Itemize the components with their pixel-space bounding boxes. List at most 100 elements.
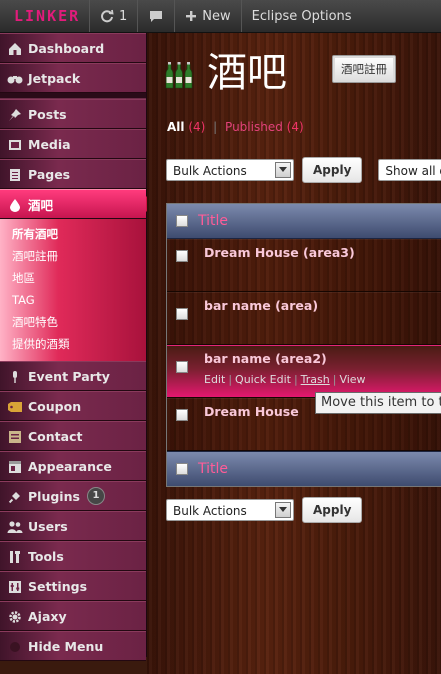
pin-icon	[7, 107, 23, 123]
menu-media[interactable]: Media	[0, 129, 146, 159]
row-title-link[interactable]: bar name (area)	[204, 298, 318, 313]
edit-link[interactable]: Edit	[204, 373, 225, 386]
row-title-link[interactable]: Dream House (area3)	[204, 245, 355, 260]
comment-icon	[150, 11, 163, 22]
new-label: New	[202, 8, 231, 24]
menu-contact[interactable]: Contact	[0, 421, 146, 451]
table-row[interactable]: bar name (area2) Edit | Quick Edit | Trash | V…	[167, 345, 441, 398]
menu-users-label: Users	[28, 518, 68, 534]
row-title-link[interactable]: bar name (area2)	[204, 351, 327, 366]
filter-published-link[interactable]: Published	[225, 120, 283, 134]
date-filter-select[interactable]: Show all da	[378, 159, 441, 181]
table-row[interactable]: bar name (area)	[167, 292, 441, 345]
bar-submenu: 所有酒吧 酒吧註冊 地區 TAG 酒吧特色 提供的酒類	[0, 219, 146, 361]
select-all-checkbox-footer[interactable]	[176, 463, 188, 475]
row-checkbox[interactable]	[176, 409, 188, 421]
row-actions: Edit | Quick Edit | Trash | View	[204, 373, 366, 386]
menu-dashboard[interactable]: Dashboard	[0, 33, 146, 63]
admin-sidebar: Dashboard Jetpack Posts Media Pages 酒吧 所…	[0, 33, 154, 661]
submenu-all-bars[interactable]: 所有酒吧	[0, 223, 146, 245]
menu-tools[interactable]: Tools	[0, 541, 146, 571]
menu-plugins-label: Plugins	[28, 488, 80, 504]
quick-edit-link[interactable]: Quick Edit	[235, 373, 291, 386]
submenu-bar-features[interactable]: 酒吧特色	[0, 311, 146, 333]
filter-published-count: (4)	[286, 120, 304, 134]
column-title-header[interactable]: Title	[198, 213, 228, 229]
bulk-actions-select-top[interactable]: Bulk Actions	[166, 159, 294, 181]
row-title-link[interactable]: Dream House	[204, 404, 299, 419]
menu-appearance[interactable]: Appearance	[0, 451, 146, 481]
eclipse-options-button[interactable]: Eclipse Options	[242, 0, 362, 32]
menu-hide-menu[interactable]: Hide Menu	[0, 631, 146, 661]
admin-bar: LINKER 1 New Eclipse Options	[0, 0, 441, 33]
table-footer: Title	[167, 451, 441, 486]
filter-separator: |	[213, 120, 218, 134]
submenu-register-bar[interactable]: 酒吧註冊	[0, 245, 146, 267]
gear-icon	[7, 609, 23, 625]
beer-bottles-icon	[165, 62, 193, 89]
site-logo[interactable]: LINKER	[0, 0, 90, 32]
settings-icon	[7, 579, 23, 595]
bulk-actions-value: Bulk Actions	[173, 164, 247, 178]
drop-icon	[7, 197, 23, 213]
apply-button-top[interactable]: Apply	[302, 157, 363, 183]
updates-button[interactable]: 1	[90, 0, 139, 32]
menu-settings-label: Settings	[28, 578, 88, 594]
action-separator: |	[332, 373, 337, 386]
updates-count: 1	[119, 8, 128, 24]
menu-coupon-label: Coupon	[28, 398, 82, 414]
jetpack-icon	[7, 71, 23, 87]
date-filter-value: Show all da	[385, 164, 441, 178]
comments-button[interactable]	[138, 0, 176, 32]
menu-settings[interactable]: Settings	[0, 571, 146, 601]
row-checkbox[interactable]	[176, 308, 188, 320]
menu-coupon[interactable]: Coupon	[0, 391, 146, 421]
add-new-bar-button[interactable]: 酒吧註冊	[332, 55, 396, 83]
menu-ajaxy-label: Ajaxy	[28, 608, 67, 624]
row-checkbox[interactable]	[176, 361, 188, 373]
menu-appearance-label: Appearance	[28, 458, 112, 474]
table-row[interactable]: Dream House (area3)	[167, 239, 441, 292]
pages-icon	[7, 167, 23, 183]
menu-tools-label: Tools	[28, 548, 64, 564]
appearance-icon	[7, 459, 23, 475]
tools-icon	[7, 549, 23, 565]
menu-jetpack[interactable]: Jetpack	[0, 63, 146, 93]
media-icon	[7, 137, 23, 153]
bulk-actions-select-bottom[interactable]: Bulk Actions	[166, 499, 294, 521]
apply-button-bottom[interactable]: Apply	[302, 497, 363, 523]
action-separator: |	[228, 373, 233, 386]
menu-dashboard-label: Dashboard	[28, 40, 105, 56]
eclipse-options-label: Eclipse Options	[251, 8, 352, 24]
plugins-update-badge: 1	[86, 487, 105, 505]
menu-users[interactable]: Users	[0, 511, 146, 541]
new-button[interactable]: New	[175, 0, 242, 32]
menu-posts-label: Posts	[28, 106, 67, 122]
menu-bar-label: 酒吧	[28, 197, 54, 213]
menu-media-label: Media	[28, 136, 71, 152]
column-title-footer[interactable]: Title	[198, 461, 228, 477]
action-separator: |	[293, 373, 298, 386]
submenu-drink-types[interactable]: 提供的酒類	[0, 333, 146, 355]
chevron-down-icon	[275, 502, 291, 518]
menu-bar[interactable]: 酒吧	[0, 189, 154, 219]
view-link[interactable]: View	[339, 373, 365, 386]
menu-ajaxy[interactable]: Ajaxy	[0, 601, 146, 631]
select-all-checkbox[interactable]	[176, 215, 188, 227]
menu-posts[interactable]: Posts	[0, 99, 146, 129]
tablenav-top: Bulk Actions Apply Show all da	[166, 157, 441, 183]
posts-table: Title Dream House (area3) bar name (area…	[166, 203, 441, 487]
ticket-icon	[7, 399, 23, 415]
submenu-tags[interactable]: TAG	[0, 289, 146, 311]
bulk-actions-value-bottom: Bulk Actions	[173, 504, 247, 518]
submenu-areas[interactable]: 地區	[0, 267, 146, 289]
menu-pages-label: Pages	[28, 166, 71, 182]
menu-contact-label: Contact	[28, 428, 83, 444]
menu-pages[interactable]: Pages	[0, 159, 146, 189]
filter-all-link[interactable]: All	[167, 120, 185, 134]
menu-plugins[interactable]: Plugins 1	[0, 481, 146, 511]
row-checkbox[interactable]	[176, 250, 188, 262]
trash-link[interactable]: Trash	[301, 373, 330, 386]
menu-event-party[interactable]: Event Party	[0, 361, 146, 391]
page-title: 酒吧	[207, 50, 287, 96]
